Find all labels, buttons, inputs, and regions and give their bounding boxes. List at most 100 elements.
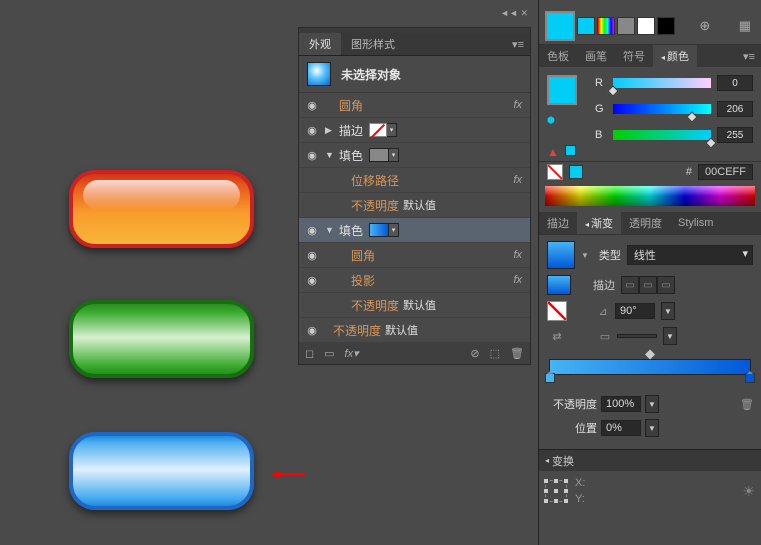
visibility-toggle[interactable]: ◉ [305,123,319,137]
stroke-along-icon[interactable]: ▭ [639,276,657,294]
active-color-swatch[interactable] [545,11,575,41]
gradient-bar[interactable] [549,359,751,375]
row-round-corners[interactable]: ◉ 圆角 fx [299,93,530,118]
tab-gradient[interactable]: ◂渐变 [577,212,621,234]
tab-brushes[interactable]: 画笔 [577,45,615,67]
new-art-basic-icon[interactable]: ◻ [305,347,314,360]
collapse-icon[interactable]: ▼ [325,150,337,160]
tab-stylism[interactable]: Stylism [670,214,721,232]
panel-menu-icon[interactable]: ▾≡ [737,50,761,63]
b-slider[interactable] [613,130,711,140]
visibility-toggle[interactable]: ◉ [305,323,319,337]
row-fill-1[interactable]: ◉ ▼ 填色 ▾ [299,143,530,168]
gradient-slider[interactable] [549,359,751,375]
color-spectrum[interactable] [545,186,755,206]
tab-appearance[interactable]: 外观 [299,33,341,55]
visibility-toggle[interactable]: ◉ [305,98,319,112]
panel-controls[interactable]: ◄◄ ✕ [500,8,528,19]
gradient-stop-left[interactable] [545,373,555,387]
row-stroke[interactable]: ◉ ▶ 描边 ▾ [299,118,530,143]
stroke-within-icon[interactable]: ▭ [621,276,639,294]
duplicate-icon[interactable]: ⬚ [490,347,500,360]
fx-icon[interactable]: fx [513,274,522,286]
add-fx-icon[interactable]: fx▾ [345,347,359,360]
home-icon[interactable]: ⬢ [547,115,555,126]
swatch[interactable] [637,17,655,35]
fx-icon[interactable]: fx [513,249,522,261]
stroke-none-swatch[interactable] [369,123,387,137]
canvas-area [0,0,300,545]
r-value-input[interactable]: 0 [717,75,753,91]
fill-stroke-control[interactable]: ⬢ ▲ [547,75,585,157]
gradient-preview[interactable] [547,241,575,269]
fx-icon[interactable]: fx [513,174,522,186]
swatch[interactable] [577,17,595,35]
reference-point-selector[interactable] [545,480,567,502]
opacity-dropdown[interactable]: ▼ [645,395,659,413]
color-guide-icon[interactable]: ⊕ [695,18,714,34]
none-color-swatch[interactable] [547,164,563,180]
row-opacity-main[interactable]: ◉ 不透明度 默认值 [299,318,530,343]
swatch[interactable] [657,17,675,35]
g-value-input[interactable]: 206 [717,101,753,117]
sample-button-orange [69,170,254,248]
swatch-spectrum[interactable] [597,17,615,35]
swatch-dropdown[interactable]: ▾ [389,148,399,162]
panel-icon[interactable]: ▦ [735,18,755,34]
tab-symbols[interactable]: 符号 [615,45,653,67]
gradient-fill-swatch[interactable] [547,275,571,295]
layer-icon[interactable]: ▭ [324,347,334,360]
stop-opacity-input[interactable]: 100% [601,396,641,412]
row-offset-path[interactable]: 位移路径 fx [299,168,530,193]
tab-graphic-styles[interactable]: 图形样式 [341,33,405,55]
r-slider[interactable] [613,78,711,88]
b-value-input[interactable]: 255 [717,127,753,143]
stroke-across-icon[interactable]: ▭ [657,276,675,294]
row-opacity-2[interactable]: 不透明度 默认值 [299,293,530,318]
tab-transform[interactable]: 变换 [552,453,574,469]
row-round-2[interactable]: ◉ 圆角 fx [299,243,530,268]
row-fill-2-selected[interactable]: ◉ ▼ 填色 ▾ [299,218,530,243]
trash-icon[interactable]: 🗑 [510,347,524,360]
in-gamut-swatch[interactable] [565,145,576,156]
fx-icon[interactable]: fx [513,99,522,111]
trash-icon[interactable]: 🗑 [741,398,753,410]
visibility-toggle[interactable]: ◉ [305,248,319,262]
collapse-icon[interactable]: ▼ [325,225,337,235]
gradient-midpoint[interactable] [645,350,655,360]
fill-swatch-gradient[interactable] [369,223,389,237]
visibility-toggle[interactable]: ◉ [305,223,319,237]
last-color-swatch[interactable] [569,165,583,179]
g-slider[interactable] [613,104,711,114]
hex-input[interactable]: 00CEFF [698,164,753,180]
swatch-dropdown[interactable]: ▾ [389,223,399,237]
angle-input[interactable]: 90° [615,303,655,319]
reverse-gradient-icon[interactable]: ⇄ [551,330,563,342]
expand-icon[interactable]: ▶ [325,125,337,136]
visibility-toggle[interactable]: ◉ [305,273,319,287]
swatch[interactable] [617,17,635,35]
b-label: B [595,129,607,141]
fill-color-swatch[interactable] [547,75,577,105]
stop-location-input[interactable]: 0% [601,420,641,436]
location-dropdown[interactable]: ▼ [645,419,659,437]
aspect-dropdown[interactable]: ▼ [663,327,677,345]
tab-swatches[interactable]: 色板 [539,45,577,67]
row-opacity-1[interactable]: 不透明度 默认值 [299,193,530,218]
swatch-dropdown[interactable]: ▾ [387,123,397,137]
angle-dropdown[interactable]: ▼ [661,302,675,320]
sun-icon[interactable]: ☀ [742,483,755,500]
selection-thumbnail [307,62,331,86]
fill-swatch[interactable] [369,148,389,162]
visibility-toggle[interactable]: ◉ [305,148,319,162]
stroke-none-swatch[interactable] [547,301,567,321]
preview-dropdown[interactable]: ▼ [581,251,589,260]
tab-stroke[interactable]: 描边 [539,212,577,234]
tab-color[interactable]: ◂颜色 [653,45,697,67]
panel-menu-icon[interactable]: ▾≡ [506,38,530,51]
gradient-stop-right[interactable] [745,373,755,387]
type-select[interactable]: 线性▾ [627,245,753,265]
clear-icon[interactable]: ⊘ [470,347,479,360]
tab-transparency[interactable]: 透明度 [621,212,670,234]
row-drop-shadow[interactable]: ◉ 投影 fx [299,268,530,293]
